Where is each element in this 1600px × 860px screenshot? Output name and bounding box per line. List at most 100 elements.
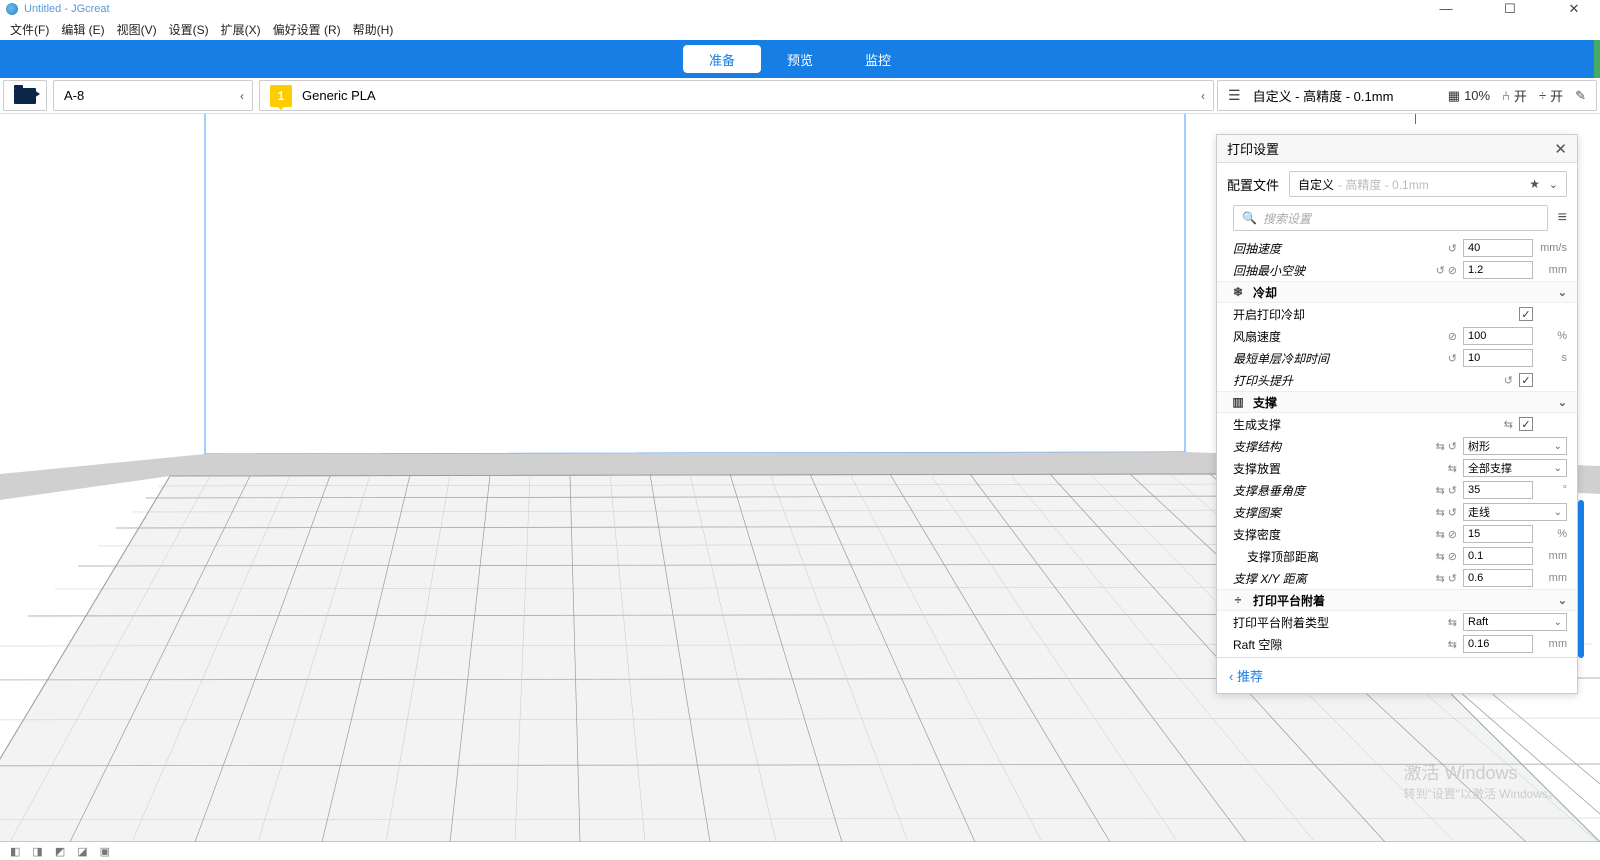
enable-cooling-checkbox[interactable]: ✓ [1519,307,1533,321]
calc-icon[interactable]: ⊘ [1448,264,1457,277]
stage-bar: 准备 预览 监控 [0,40,1600,78]
support-top-distance-input[interactable]: 0.1 [1463,547,1533,565]
profile-select[interactable]: 自定义 - 高精度 - 0.1mm ★ ⌄ [1289,171,1567,197]
calc-icon[interactable]: ⊘ [1448,528,1457,541]
material-select[interactable]: 1 Generic PLA ‹ [259,80,1214,111]
calc-icon[interactable]: ⊘ [1448,330,1457,343]
print-settings-panel: 打印设置 ✕ 配置文件 自定义 - 高精度 - 0.1mm ★ ⌄ 🔍 搜索设置… [1216,134,1578,694]
link-icon[interactable]: ⇆ [1448,616,1457,629]
reset-icon[interactable]: ↺ [1504,374,1513,387]
head-lift-checkbox[interactable]: ✓ [1519,373,1533,387]
stage-preview[interactable]: 预览 [761,45,839,73]
setting-overhang-angle: 支撑悬垂角度 ⇆↺ 35 ° [1217,479,1577,501]
support-section-icon: ▥ [1231,395,1245,409]
setting-support-xy-distance: 支撑 X/Y 距离 ⇆↺ 0.6 mm [1217,567,1577,589]
reset-icon[interactable]: ↺ [1448,506,1457,519]
retraction-min-input[interactable]: 1.2 [1463,261,1533,279]
view-front-icon[interactable]: ◨ [32,845,42,858]
fan-speed-input[interactable]: 100 [1463,327,1533,345]
calc-icon[interactable]: ⊘ [1448,550,1457,563]
minimize-button[interactable]: — [1426,1,1466,17]
link-icon[interactable]: ⇆ [1436,506,1445,519]
min-layer-time-input[interactable]: 10 [1463,349,1533,367]
link-icon[interactable]: ⇆ [1448,638,1457,651]
adhesion-section-icon: ÷ [1231,593,1245,607]
settings-scrollbar[interactable] [1578,500,1584,658]
section-adhesion[interactable]: ÷ 打印平台附着 ⌄ [1217,589,1577,611]
link-icon[interactable]: ⇆ [1504,418,1513,431]
setting-raft-gap: Raft 空隙 ⇆ 0.16 mm [1217,633,1577,655]
profile-label: 配置文件 [1227,175,1279,194]
overhang-angle-input[interactable]: 35 [1463,481,1533,499]
support-density-input[interactable]: 15 [1463,525,1533,543]
print-settings-summary[interactable]: ☰ 自定义 - 高精度 - 0.1mm ▦10% ⑃开 ÷开 ✎ [1217,80,1597,111]
grid-icon: ▦ [1448,88,1460,104]
menu-edit[interactable]: 编辑 (E) [55,19,110,40]
reset-icon[interactable]: ↺ [1448,352,1457,365]
chevron-down-icon: ⌄ [1549,178,1558,191]
setting-retraction-speed: 回抽速度 ↺ 40 mm/s [1217,237,1577,259]
setting-enable-cooling: 开启打印冷却 ✓ [1217,303,1577,325]
stagebar-edge [1594,40,1600,78]
panel-title: 打印设置 [1227,139,1279,158]
setting-head-lift: 打印头提升 ↺ ✓ [1217,369,1577,391]
support-structure-select[interactable]: 树形⌄ [1463,437,1567,455]
support-xy-distance-input[interactable]: 0.6 [1463,569,1533,587]
panel-close-button[interactable]: ✕ [1554,140,1567,158]
setting-generate-support: 生成支撑 ⇆ ✓ [1217,413,1577,435]
chevron-down-icon: ⌄ [1558,594,1567,607]
title-bar: Untitled - JGcreat — ☐ ✕ [0,0,1600,18]
support-placement-select[interactable]: 全部支撑⌄ [1463,459,1567,477]
view-left-icon[interactable]: ◪ [77,845,87,858]
link-icon[interactable]: ⇆ [1436,528,1445,541]
sliders-icon: ☰ [1228,87,1241,104]
reset-icon[interactable]: ↺ [1436,264,1445,277]
printer-name: A-8 [64,88,84,103]
material-name: Generic PLA [302,88,376,103]
snowflake-icon: ❄ [1231,285,1245,299]
reset-icon[interactable]: ↺ [1448,242,1457,255]
open-file-button[interactable] [3,80,47,111]
view-right-icon[interactable]: ▣ [100,845,110,858]
link-icon[interactable]: ⇆ [1436,484,1445,497]
link-icon[interactable]: ⇆ [1436,572,1445,585]
printer-select[interactable]: A-8 ‹ [53,80,253,111]
view-cube-icon[interactable]: ◧ [10,845,20,858]
link-icon[interactable]: ⇆ [1448,462,1457,475]
panel-header: 打印设置 ✕ [1217,135,1577,163]
adhesion-type-select[interactable]: Raft⌄ [1463,613,1567,631]
reset-icon[interactable]: ↺ [1448,484,1457,497]
search-icon: 🔍 [1242,211,1257,225]
view-top-icon[interactable]: ◩ [55,845,65,858]
settings-menu-icon[interactable]: ≡ [1558,209,1567,227]
stage-prepare[interactable]: 准备 [683,45,761,73]
chevron-left-icon: ‹ [240,89,244,103]
section-support[interactable]: ▥ 支撑 ⌄ [1217,391,1577,413]
reset-icon[interactable]: ↺ [1448,572,1457,585]
menu-settings[interactable]: 设置(S) [163,19,215,40]
menu-preferences[interactable]: 偏好设置 (R) [267,19,347,40]
close-window-button[interactable]: ✕ [1554,1,1594,17]
menu-view[interactable]: 视图(V) [111,19,163,40]
raft-gap-input[interactable]: 0.16 [1463,635,1533,653]
menu-extensions[interactable]: 扩展(X) [215,19,267,40]
retraction-speed-input[interactable]: 40 [1463,239,1533,257]
maximize-button[interactable]: ☐ [1490,1,1530,17]
link-icon[interactable]: ⇆ [1436,550,1445,563]
section-cooling[interactable]: ❄ 冷却 ⌄ [1217,281,1577,303]
reset-icon[interactable]: ↺ [1448,440,1457,453]
profile-name: 自定义 [1298,176,1334,193]
settings-list: 回抽速度 ↺ 40 mm/s 回抽最小空驶 ↺⊘ 1.2 mm ❄ 冷却 ⌄ 开… [1217,237,1577,657]
profile-row: 配置文件 自定义 - 高精度 - 0.1mm ★ ⌄ [1217,163,1577,205]
settings-search-input[interactable]: 🔍 搜索设置 [1233,205,1548,231]
window-title: Untitled - JGcreat [24,3,110,15]
menu-help[interactable]: 帮助(H) [347,19,400,40]
setting-support-top-distance: 支撑顶部距离 ⇆⊘ 0.1 mm [1217,545,1577,567]
stage-monitor[interactable]: 监控 [839,45,917,73]
setting-support-pattern: 支撑图案 ⇆↺ 走线⌄ [1217,501,1577,523]
recommend-link[interactable]: ‹ 推荐 [1229,669,1263,684]
support-pattern-select[interactable]: 走线⌄ [1463,503,1567,521]
generate-support-checkbox[interactable]: ✓ [1519,417,1533,431]
link-icon[interactable]: ⇆ [1436,440,1445,453]
menu-file[interactable]: 文件(F) [4,19,55,40]
